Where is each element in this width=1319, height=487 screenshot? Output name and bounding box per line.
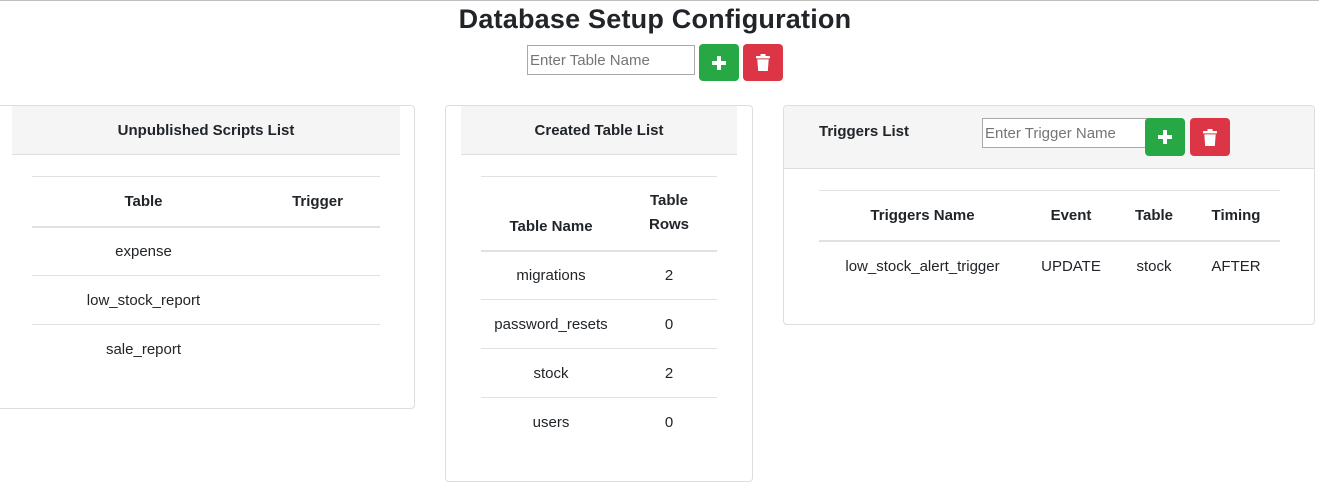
table-rows-cell: 2 (621, 348, 717, 398)
col-header-table: Table (1116, 190, 1192, 242)
table-row: migrations 2 (481, 251, 717, 300)
delete-table-button[interactable] (743, 44, 783, 81)
add-trigger-button[interactable] (1145, 118, 1185, 156)
col-header-table: Table (32, 176, 255, 228)
table-row: low_stock_alert_trigger UPDATE stock AFT… (819, 241, 1280, 291)
plus-icon (712, 55, 726, 70)
script-table-cell: low_stock_report (32, 275, 255, 325)
script-trigger-cell (255, 324, 380, 374)
trigger-event-cell: UPDATE (1041, 257, 1101, 275)
unpublished-scripts-card: Unpublished Scripts List Table Trigger e… (0, 105, 415, 409)
table-row: users 0 (481, 397, 717, 447)
page-title: Database Setup Configuration (458, 4, 852, 34)
col-header-timing: Timing (1192, 190, 1280, 242)
plus-icon (1158, 130, 1172, 144)
col-header-table-rows: Table Rows (621, 176, 717, 252)
table-row: sale_report (32, 324, 380, 374)
trigger-name-cell: low_stock_alert_trigger (845, 257, 1000, 275)
unpublished-scripts-title: Unpublished Scripts List (117, 122, 295, 139)
delete-trigger-button[interactable] (1190, 118, 1230, 156)
col-header-trigger: Trigger (255, 176, 380, 228)
table-name-input[interactable] (527, 45, 695, 75)
trigger-timing-cell: AFTER (1211, 257, 1261, 275)
script-table-cell: sale_report (32, 324, 255, 374)
table-row: password_resets 0 (481, 299, 717, 349)
script-table-cell: expense (115, 242, 172, 260)
unpublished-scripts-table: Table Trigger expense low_stock_report s… (32, 176, 380, 374)
add-table-button[interactable] (699, 44, 739, 81)
table-name-cell: migrations (516, 266, 586, 284)
col-header-event: Event (1026, 190, 1116, 242)
table-row: low_stock_report (32, 275, 380, 325)
triggers-table: Triggers Name Event Table Timing low_sto… (819, 190, 1280, 291)
col-header-triggers-name: Triggers Name (819, 190, 1026, 242)
table-name-cell: stock (481, 348, 621, 398)
created-table-card: Created Table List Table Name Table Rows… (445, 105, 753, 482)
table-rows-cell: 0 (621, 397, 717, 447)
triggers-title: Triggers List (819, 123, 910, 140)
trigger-table-cell: stock (1136, 257, 1172, 275)
top-divider (0, 0, 1319, 1)
table-name-cell: users (481, 397, 621, 447)
col-header-table-rows-label: Table Rows (648, 192, 689, 234)
trash-icon (1203, 128, 1217, 146)
table-row: stock 2 (481, 348, 717, 398)
trigger-name-input[interactable] (982, 118, 1148, 148)
created-table-table: Table Name Table Rows migrations 2 passw… (481, 176, 717, 447)
unpublished-scripts-header: Unpublished Scripts List (12, 106, 400, 155)
table-row: expense (32, 227, 380, 276)
table-rows-cell: 2 (664, 266, 674, 284)
table-rows-cell: 0 (621, 299, 717, 349)
trash-icon (756, 54, 770, 71)
col-header-table-name-label: Table Name (509, 217, 593, 235)
created-table-header: Created Table List (461, 106, 737, 155)
script-trigger-cell (255, 275, 380, 325)
script-trigger-cell (255, 227, 380, 276)
created-table-title: Created Table List (534, 122, 664, 139)
col-header-table-name: Table Name (481, 176, 621, 252)
table-name-cell: password_resets (481, 299, 621, 349)
